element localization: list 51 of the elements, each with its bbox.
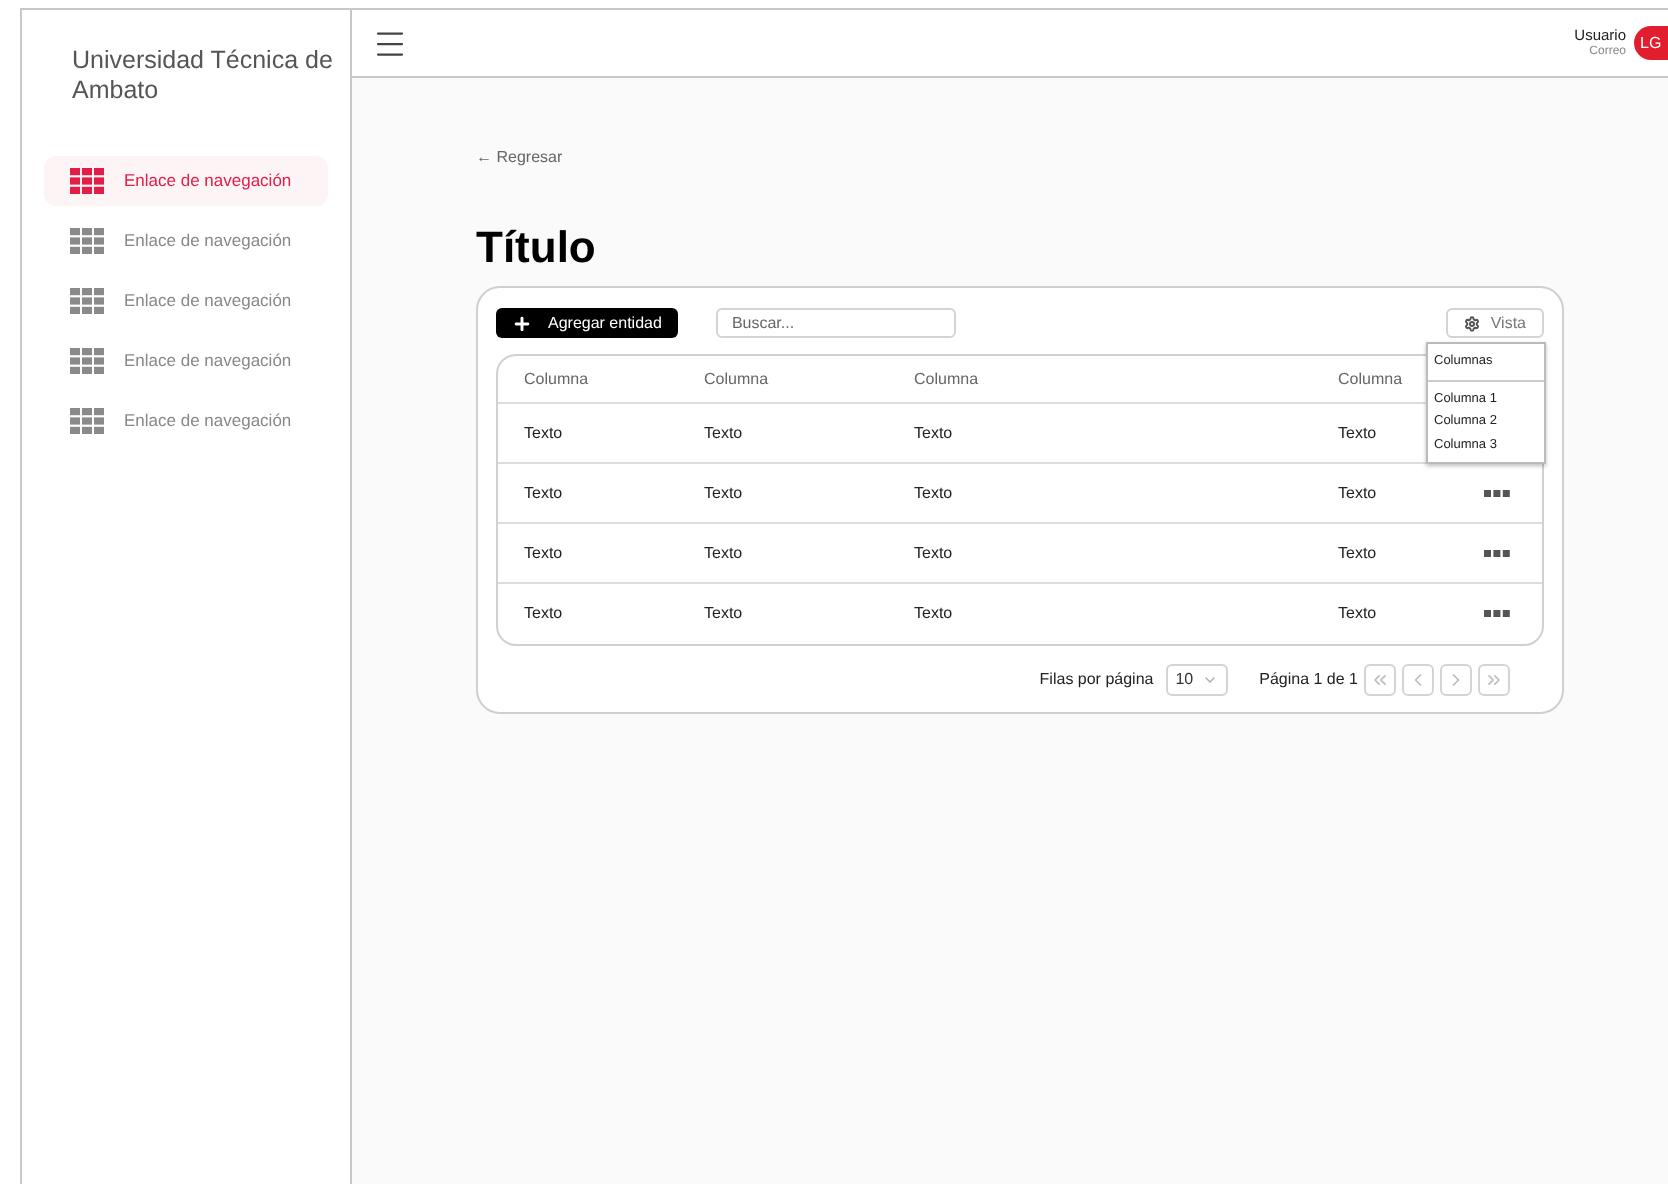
settings-icon	[1464, 315, 1481, 331]
table-cell: Texto	[1338, 481, 1377, 505]
table-cell: Texto	[914, 541, 953, 565]
table-cell: Texto	[524, 421, 563, 445]
grid-icon	[70, 348, 104, 374]
page-indicator: Página 1 de 1	[1259, 668, 1358, 692]
more-icon	[1484, 489, 1510, 497]
column-header: Columna	[704, 367, 771, 391]
grid-icon	[70, 408, 104, 434]
add-entity-button[interactable]: Agregar entidad	[496, 308, 678, 338]
column-header: Columna	[914, 367, 981, 391]
more-icon	[1484, 610, 1510, 618]
search-field[interactable]: Buscar...	[715, 308, 956, 338]
row-actions-button[interactable]	[1484, 489, 1510, 497]
double-chevron-right-icon	[1484, 670, 1504, 690]
chevron-down-icon	[1201, 672, 1218, 688]
table-cell: Texto	[1338, 421, 1377, 445]
grid-icon	[70, 228, 104, 254]
table-cell: Texto	[1338, 602, 1377, 626]
table-cell: Texto	[914, 421, 953, 445]
row-actions-button[interactable]	[1484, 610, 1510, 618]
table-cell: Texto	[704, 481, 743, 505]
table-cell: Texto	[524, 602, 563, 626]
table-cell: Texto	[524, 541, 563, 565]
sidebar-title: Universidad Técnica de Ambato	[70, 44, 335, 106]
sidebar-item[interactable]: Enlace de navegación	[44, 216, 328, 266]
rows-per-page-label: Filas por página	[1039, 668, 1154, 692]
plus-icon	[512, 313, 532, 333]
view-button[interactable]: Vista	[1446, 308, 1544, 338]
grid-icon	[70, 168, 104, 194]
user-avatar[interactable]: LG	[1634, 26, 1668, 60]
table-cell: Texto	[1338, 541, 1377, 565]
column-header: Columna	[1338, 367, 1405, 391]
sidebar-item[interactable]: Enlace de navegación	[44, 336, 328, 386]
double-chevron-left-icon	[1370, 670, 1390, 690]
table-cell: Texto	[704, 421, 743, 445]
grid-icon	[70, 288, 104, 314]
column-header: Columna	[524, 367, 591, 391]
sidebar-item[interactable]: Enlace de navegación	[44, 276, 328, 326]
more-icon	[1484, 549, 1510, 557]
row-actions-button[interactable]	[1484, 549, 1510, 557]
table-cell: Texto	[914, 481, 953, 505]
table-cell: Texto	[524, 481, 563, 505]
sidebar-item[interactable]: Enlace de navegación	[44, 156, 328, 206]
table-cell: Texto	[704, 541, 743, 565]
sidebar-item[interactable]: Enlace de navegación	[44, 396, 328, 446]
table-cell: Texto	[914, 602, 953, 626]
rows-per-page-select[interactable]: 10	[1165, 664, 1228, 696]
table-cell: Texto	[704, 602, 743, 626]
back-link[interactable]: ← Regresar	[476, 148, 563, 166]
page-title: Título	[476, 222, 598, 274]
